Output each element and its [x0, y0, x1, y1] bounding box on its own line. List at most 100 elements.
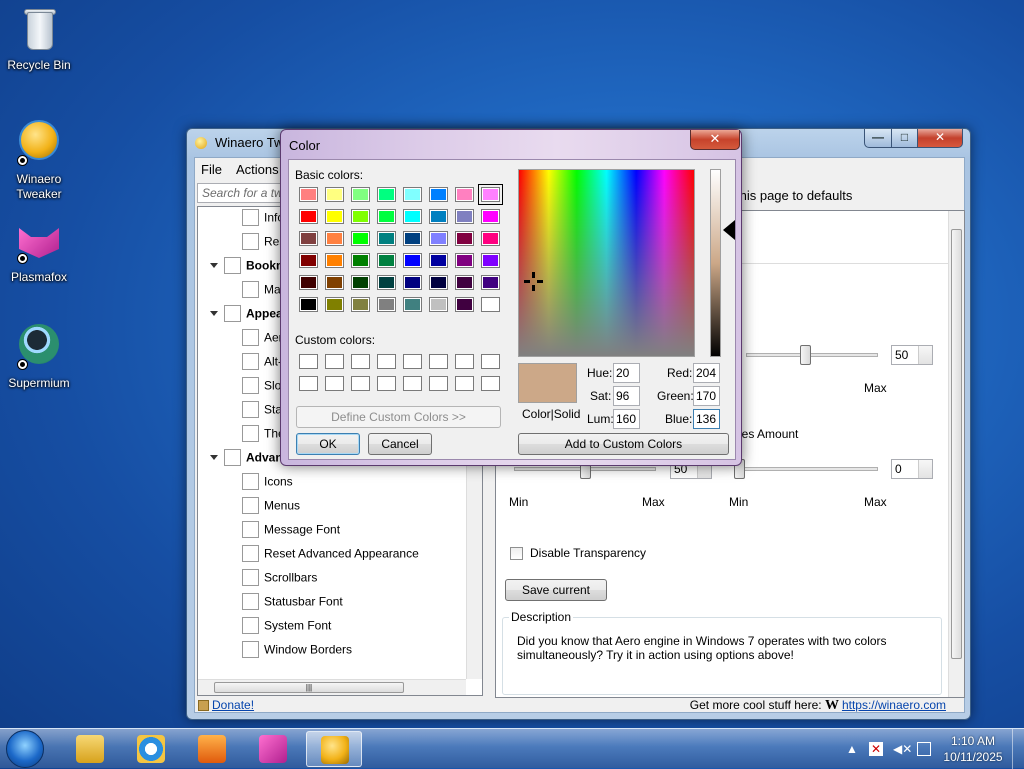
basic-color-swatch[interactable] [351, 231, 370, 246]
start-button[interactable] [6, 730, 44, 768]
basic-color-swatch[interactable] [481, 231, 500, 246]
sat-input[interactable]: 96 [613, 386, 640, 406]
panel-vertical-scrollbar[interactable] [948, 211, 964, 697]
basic-color-swatch[interactable] [299, 209, 318, 224]
custom-color-swatch[interactable] [351, 376, 370, 391]
basic-color-swatch[interactable] [429, 231, 448, 246]
color-spectrum[interactable] [518, 169, 695, 357]
slider-1-value[interactable]: 50 [891, 345, 933, 365]
basic-color-swatch[interactable] [455, 209, 474, 224]
basic-color-swatch[interactable] [403, 231, 422, 246]
custom-color-swatch[interactable] [455, 376, 474, 391]
custom-color-swatch[interactable] [403, 376, 422, 391]
custom-color-swatch[interactable] [351, 354, 370, 369]
tree-item[interactable]: Aer [242, 329, 283, 351]
slider-3-value[interactable]: 0 [891, 459, 933, 479]
system-clock[interactable]: 1:10 AM 10/11/2025 [938, 733, 1008, 765]
basic-color-swatch[interactable] [455, 187, 474, 202]
basic-color-swatch[interactable] [299, 275, 318, 290]
basic-color-swatch[interactable] [351, 253, 370, 268]
luminosity-bar[interactable] [710, 169, 721, 357]
donate-link[interactable]: Donate! [212, 698, 254, 712]
taskbar-button[interactable] [306, 731, 362, 767]
custom-color-swatch[interactable] [403, 354, 422, 369]
custom-color-swatch[interactable] [481, 376, 500, 391]
basic-color-swatch[interactable] [429, 275, 448, 290]
tree-item[interactable]: Res [242, 233, 285, 255]
basic-color-swatch[interactable] [351, 187, 370, 202]
basic-color-swatch[interactable] [299, 253, 318, 268]
basic-color-swatch[interactable] [403, 253, 422, 268]
basic-color-swatch[interactable] [377, 275, 396, 290]
maximize-button[interactable]: □ [891, 129, 918, 148]
tree-item[interactable]: Advanc [210, 449, 289, 471]
custom-color-swatch[interactable] [455, 354, 474, 369]
custom-color-swatch[interactable] [299, 354, 318, 369]
basic-color-swatch[interactable] [455, 275, 474, 290]
dialog-close-button[interactable]: ✕ [690, 130, 740, 150]
close-button[interactable]: ✕ [917, 129, 963, 148]
desktop-icon-supermium[interactable]: Supermium [0, 320, 78, 391]
basic-color-swatch[interactable] [478, 184, 503, 205]
tree-item[interactable]: Scrollbars [242, 569, 317, 591]
add-to-custom-colors-button[interactable]: Add to Custom Colors [518, 433, 729, 455]
basic-color-swatch[interactable] [299, 231, 318, 246]
tree-item[interactable]: Window Borders [242, 641, 352, 663]
basic-color-swatch[interactable] [403, 187, 422, 202]
tree-item[interactable]: Ma [242, 281, 281, 303]
desktop-icon-plasmafox[interactable]: Plasmafox [0, 218, 78, 285]
custom-color-swatch[interactable] [377, 376, 396, 391]
desktop-icon-recycle-bin[interactable]: Recycle Bin [0, 6, 78, 73]
reset-page-text[interactable]: this page to defaults [736, 188, 852, 203]
basic-color-swatch[interactable] [325, 253, 344, 268]
tree-item[interactable]: Appea [210, 305, 283, 327]
cancel-button[interactable]: Cancel [368, 433, 432, 455]
tree-item[interactable]: Sta [242, 401, 282, 423]
custom-color-swatch[interactable] [325, 376, 344, 391]
winaero-url-link[interactable]: https://winaero.com [842, 698, 946, 712]
custom-color-swatch[interactable] [299, 376, 318, 391]
tree-item[interactable]: Slo [242, 377, 281, 399]
basic-color-swatch[interactable] [325, 231, 344, 246]
taskbar-button[interactable] [184, 731, 240, 767]
tree-item[interactable]: Info [242, 209, 284, 231]
basic-color-swatch[interactable] [325, 297, 344, 312]
tree-item[interactable]: Icons [242, 473, 293, 495]
basic-color-swatch[interactable] [455, 253, 474, 268]
basic-color-swatch[interactable] [481, 275, 500, 290]
basic-color-swatch[interactable] [325, 187, 344, 202]
slider-3-track[interactable] [736, 467, 878, 471]
basic-color-swatch[interactable] [377, 187, 396, 202]
tree-item[interactable]: Reset Advanced Appearance [242, 545, 419, 567]
save-current-button[interactable]: Save current [505, 579, 607, 601]
disable-transparency-label[interactable]: Disable Transparency [530, 546, 646, 560]
menu-file[interactable]: File [201, 162, 222, 177]
lum-input[interactable]: 160 [613, 409, 640, 429]
basic-color-swatch[interactable] [429, 297, 448, 312]
menu-actions[interactable]: Actions [236, 162, 279, 177]
custom-color-swatch[interactable] [325, 354, 344, 369]
basic-color-swatch[interactable] [325, 275, 344, 290]
tree-item[interactable]: Menus [242, 497, 300, 519]
basic-color-swatch[interactable] [481, 297, 500, 312]
expand-arrow-icon[interactable] [210, 263, 218, 268]
tree-item[interactable]: Bookm [210, 257, 287, 279]
basic-color-swatch[interactable] [377, 297, 396, 312]
basic-color-swatch[interactable] [351, 209, 370, 224]
custom-color-swatch[interactable] [481, 354, 500, 369]
basic-color-swatch[interactable] [377, 209, 396, 224]
tree-item[interactable]: System Font [242, 617, 331, 639]
tree-item[interactable]: Message Font [242, 521, 340, 543]
basic-color-swatch[interactable] [403, 275, 422, 290]
basic-color-swatch[interactable] [403, 209, 422, 224]
basic-color-swatch[interactable] [377, 253, 396, 268]
taskbar-button[interactable] [123, 731, 179, 767]
basic-color-swatch[interactable] [481, 209, 500, 224]
volume-icon[interactable]: ◀✕ [893, 742, 912, 756]
basic-color-swatch[interactable] [377, 231, 396, 246]
tree-item[interactable]: The [242, 425, 285, 447]
luminosity-arrow[interactable] [723, 220, 735, 240]
basic-color-swatch[interactable] [481, 253, 500, 268]
expand-arrow-icon[interactable] [210, 311, 218, 316]
basic-color-swatch[interactable] [299, 187, 318, 202]
